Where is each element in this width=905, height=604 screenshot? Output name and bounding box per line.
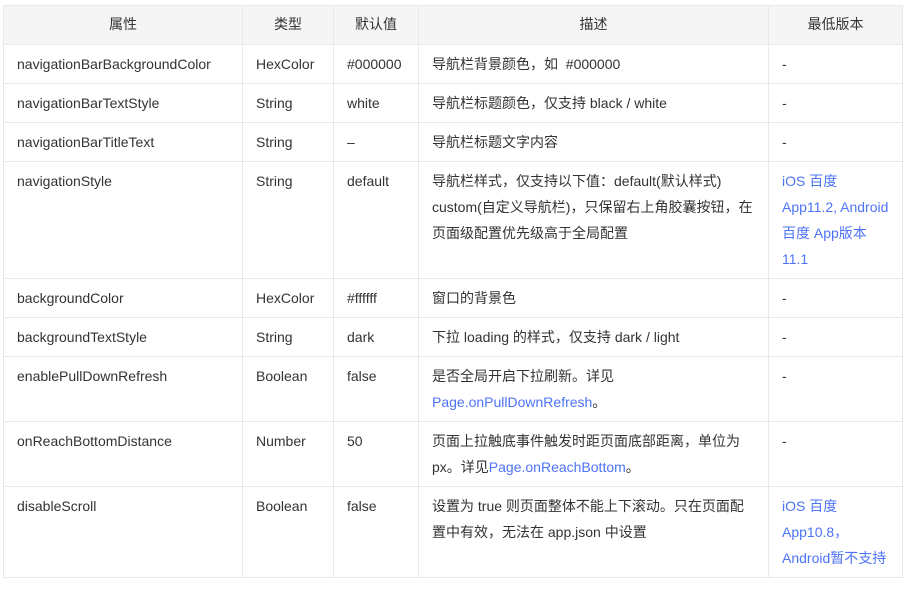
doc-link[interactable]: Page.onReachBottom (489, 459, 626, 475)
cell-text: - (782, 95, 787, 111)
cell-min-version: - (769, 357, 903, 422)
cell-default: dark (334, 318, 419, 357)
cell-min-version: - (769, 422, 903, 487)
cell-min-version: - (769, 279, 903, 318)
cell-text: 。 (592, 394, 606, 410)
cell-min-version: - (769, 45, 903, 84)
cell-text: - (782, 368, 787, 384)
cell-text: 导航栏样式，仅支持以下值：default(默认样式) custom(自定义导航栏… (432, 173, 752, 241)
cell-text: - (782, 290, 787, 306)
table-row: navigationBarTitleTextString–导航栏标题文字内容 - (4, 123, 903, 162)
col-header-min-version: 最低版本 (769, 6, 903, 45)
table-row: navigationBarBackgroundColorHexColor#000… (4, 45, 903, 84)
cell-default: #ffffff (334, 279, 419, 318)
table-row: navigationBarTextStyleStringwhite 导航栏标题颜色… (4, 84, 903, 123)
window-config-properties-table: 属性 类型 默认值 描述 最低版本 navigationBarBackgroun… (3, 5, 903, 578)
cell-type: Boolean (243, 487, 334, 578)
cell-default: – (334, 123, 419, 162)
cell-default: default (334, 162, 419, 279)
cell-description: 是否全局开启下拉刷新。详见 Page.onPullDownRefresh。 (419, 357, 769, 422)
cell-type: Boolean (243, 357, 334, 422)
table-row: onReachBottomDistanceNumber50页面上拉触底事件触发时… (4, 422, 903, 487)
cell-min-version: - (769, 318, 903, 357)
cell-text: - (782, 329, 787, 345)
cell-type: Number (243, 422, 334, 487)
cell-text: - (782, 433, 787, 449)
cell-text: 。 (626, 459, 640, 475)
table-row: enablePullDownRefreshBooleanfalse是否全局开启下… (4, 357, 903, 422)
min-version-text: iOS 百度 App11.2, Android 百度 App版本11.1 (782, 173, 888, 267)
doc-link[interactable]: Page.onPullDownRefresh (432, 394, 592, 410)
docs-page: 属性 类型 默认值 描述 最低版本 navigationBarBackgroun… (0, 0, 905, 604)
cell-property: navigationBarTextStyle (4, 84, 243, 123)
cell-text: 导航栏标题文字内容 (432, 134, 558, 150)
table-row: backgroundColorHexColor#ffffff 窗口的背景色 - (4, 279, 903, 318)
cell-text: 设置为 true 则页面整体不能上下滚动。只在页面配置中有效，无法在 app.j… (432, 498, 744, 540)
cell-description: 导航栏标题文字内容 (419, 123, 769, 162)
cell-text: 窗口的背景色 (432, 290, 516, 306)
table-row: backgroundTextStyleStringdark 下拉 loading … (4, 318, 903, 357)
col-header-default: 默认值 (334, 6, 419, 45)
cell-text: - (782, 134, 787, 150)
cell-text: 导航栏标题颜色，仅支持 black / white (432, 95, 667, 111)
cell-min-version: iOS 百度 App11.2, Android 百度 App版本11.1 (769, 162, 903, 279)
table-body: navigationBarBackgroundColorHexColor#000… (4, 45, 903, 578)
cell-description: 导航栏背景颜色，如 #000000 (419, 45, 769, 84)
cell-default: #000000 (334, 45, 419, 84)
cell-default: false (334, 357, 419, 422)
cell-text: 是否全局开启下拉刷新。详见 (432, 368, 614, 384)
cell-description: 页面上拉触底事件触发时距页面底部距离，单位为 px。详见Page.onReach… (419, 422, 769, 487)
cell-property: navigationStyle (4, 162, 243, 279)
cell-description: 导航栏标题颜色，仅支持 black / white (419, 84, 769, 123)
cell-type: String (243, 318, 334, 357)
cell-type: HexColor (243, 279, 334, 318)
cell-property: backgroundTextStyle (4, 318, 243, 357)
cell-default: white (334, 84, 419, 123)
cell-type: String (243, 84, 334, 123)
cell-property: onReachBottomDistance (4, 422, 243, 487)
cell-min-version: - (769, 123, 903, 162)
cell-description: 下拉 loading 的样式，仅支持 dark / light (419, 318, 769, 357)
cell-property: enablePullDownRefresh (4, 357, 243, 422)
table-row: navigationStyleStringdefault导航栏样式，仅支持以下值… (4, 162, 903, 279)
col-header-type: 类型 (243, 6, 334, 45)
cell-type: String (243, 123, 334, 162)
cell-text: 导航栏背景颜色，如 #000000 (432, 56, 620, 72)
cell-description: 窗口的背景色 (419, 279, 769, 318)
cell-min-version: - (769, 84, 903, 123)
col-header-description: 描述 (419, 6, 769, 45)
cell-property: navigationBarTitleText (4, 123, 243, 162)
cell-description: 导航栏样式，仅支持以下值：default(默认样式) custom(自定义导航栏… (419, 162, 769, 279)
cell-property: disableScroll (4, 487, 243, 578)
cell-type: String (243, 162, 334, 279)
cell-property: backgroundColor (4, 279, 243, 318)
cell-text: 下拉 loading 的样式，仅支持 dark / light (432, 329, 679, 345)
table-header-row: 属性 类型 默认值 描述 最低版本 (4, 6, 903, 45)
table-row: disableScrollBooleanfalse 设置为 true 则页面整体不… (4, 487, 903, 578)
min-version-text: iOS 百度 App10.8，Android暂不支持 (782, 498, 886, 566)
cell-min-version: iOS 百度 App10.8，Android暂不支持 (769, 487, 903, 578)
cell-default: false (334, 487, 419, 578)
col-header-property: 属性 (4, 6, 243, 45)
cell-description: 设置为 true 则页面整体不能上下滚动。只在页面配置中有效，无法在 app.j… (419, 487, 769, 578)
cell-property: navigationBarBackgroundColor (4, 45, 243, 84)
cell-type: HexColor (243, 45, 334, 84)
cell-default: 50 (334, 422, 419, 487)
cell-text: - (782, 56, 787, 72)
